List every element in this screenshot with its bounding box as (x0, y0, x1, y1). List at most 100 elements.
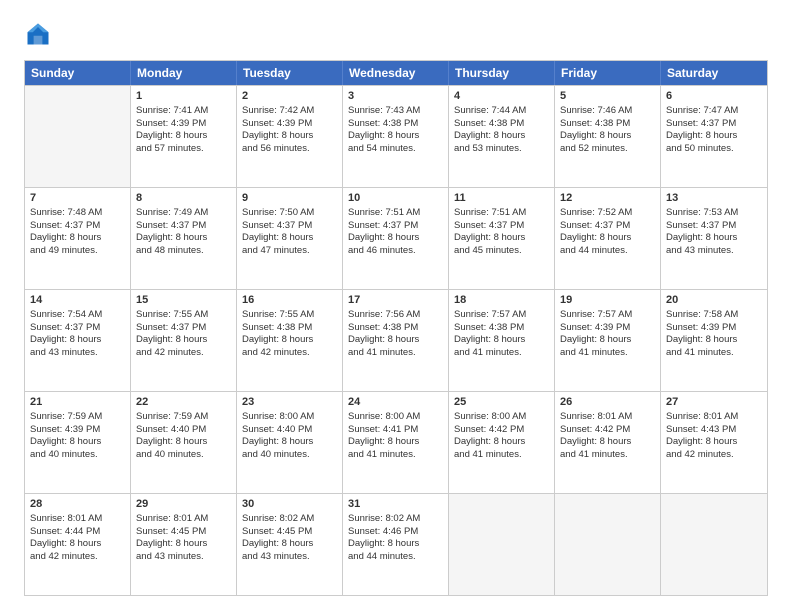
sun-info: Sunrise: 7:59 AM Sunset: 4:40 PM Dayligh… (136, 411, 208, 460)
sun-info: Sunrise: 7:57 AM Sunset: 4:39 PM Dayligh… (560, 309, 632, 358)
day-number: 15 (136, 293, 231, 308)
sun-info: Sunrise: 7:44 AM Sunset: 4:38 PM Dayligh… (454, 105, 526, 154)
day-number: 30 (242, 497, 337, 512)
sun-info: Sunrise: 7:59 AM Sunset: 4:39 PM Dayligh… (30, 411, 102, 460)
day-number: 22 (136, 395, 231, 410)
day-number: 31 (348, 497, 443, 512)
cal-cell: 19Sunrise: 7:57 AM Sunset: 4:39 PM Dayli… (555, 290, 661, 391)
day-number: 6 (666, 89, 762, 104)
calendar-row-2: 14Sunrise: 7:54 AM Sunset: 4:37 PM Dayli… (25, 289, 767, 391)
day-number: 1 (136, 89, 231, 104)
day-number: 20 (666, 293, 762, 308)
cal-cell: 30Sunrise: 8:02 AM Sunset: 4:45 PM Dayli… (237, 494, 343, 595)
header-thursday: Thursday (449, 61, 555, 85)
cal-cell: 16Sunrise: 7:55 AM Sunset: 4:38 PM Dayli… (237, 290, 343, 391)
header-friday: Friday (555, 61, 661, 85)
header-saturday: Saturday (661, 61, 767, 85)
cal-cell: 2Sunrise: 7:42 AM Sunset: 4:39 PM Daylig… (237, 86, 343, 187)
cal-cell: 7Sunrise: 7:48 AM Sunset: 4:37 PM Daylig… (25, 188, 131, 289)
day-number: 7 (30, 191, 125, 206)
sun-info: Sunrise: 7:51 AM Sunset: 4:37 PM Dayligh… (454, 207, 526, 256)
calendar-row-4: 28Sunrise: 8:01 AM Sunset: 4:44 PM Dayli… (25, 493, 767, 595)
day-number: 24 (348, 395, 443, 410)
cal-cell: 27Sunrise: 8:01 AM Sunset: 4:43 PM Dayli… (661, 392, 767, 493)
sun-info: Sunrise: 7:58 AM Sunset: 4:39 PM Dayligh… (666, 309, 738, 358)
day-number: 21 (30, 395, 125, 410)
sun-info: Sunrise: 8:01 AM Sunset: 4:42 PM Dayligh… (560, 411, 632, 460)
sun-info: Sunrise: 7:53 AM Sunset: 4:37 PM Dayligh… (666, 207, 738, 256)
day-number: 5 (560, 89, 655, 104)
day-number: 29 (136, 497, 231, 512)
cal-cell: 24Sunrise: 8:00 AM Sunset: 4:41 PM Dayli… (343, 392, 449, 493)
cal-cell: 11Sunrise: 7:51 AM Sunset: 4:37 PM Dayli… (449, 188, 555, 289)
day-number: 11 (454, 191, 549, 206)
cal-cell: 10Sunrise: 7:51 AM Sunset: 4:37 PM Dayli… (343, 188, 449, 289)
sun-info: Sunrise: 8:00 AM Sunset: 4:41 PM Dayligh… (348, 411, 420, 460)
day-number: 2 (242, 89, 337, 104)
cal-cell: 15Sunrise: 7:55 AM Sunset: 4:37 PM Dayli… (131, 290, 237, 391)
header-monday: Monday (131, 61, 237, 85)
cal-cell: 28Sunrise: 8:01 AM Sunset: 4:44 PM Dayli… (25, 494, 131, 595)
cal-cell: 18Sunrise: 7:57 AM Sunset: 4:38 PM Dayli… (449, 290, 555, 391)
day-number: 25 (454, 395, 549, 410)
calendar-row-0: 1Sunrise: 7:41 AM Sunset: 4:39 PM Daylig… (25, 85, 767, 187)
sun-info: Sunrise: 8:00 AM Sunset: 4:40 PM Dayligh… (242, 411, 314, 460)
day-number: 17 (348, 293, 443, 308)
logo-icon (24, 20, 52, 48)
logo (24, 20, 56, 48)
sun-info: Sunrise: 8:00 AM Sunset: 4:42 PM Dayligh… (454, 411, 526, 460)
sun-info: Sunrise: 7:54 AM Sunset: 4:37 PM Dayligh… (30, 309, 102, 358)
day-number: 23 (242, 395, 337, 410)
cal-cell (555, 494, 661, 595)
sun-info: Sunrise: 7:49 AM Sunset: 4:37 PM Dayligh… (136, 207, 208, 256)
day-number: 18 (454, 293, 549, 308)
cal-cell: 17Sunrise: 7:56 AM Sunset: 4:38 PM Dayli… (343, 290, 449, 391)
cal-cell: 4Sunrise: 7:44 AM Sunset: 4:38 PM Daylig… (449, 86, 555, 187)
day-number: 10 (348, 191, 443, 206)
sun-info: Sunrise: 7:55 AM Sunset: 4:38 PM Dayligh… (242, 309, 314, 358)
calendar: SundayMondayTuesdayWednesdayThursdayFrid… (24, 60, 768, 596)
header-sunday: Sunday (25, 61, 131, 85)
cal-cell: 22Sunrise: 7:59 AM Sunset: 4:40 PM Dayli… (131, 392, 237, 493)
cal-cell: 5Sunrise: 7:46 AM Sunset: 4:38 PM Daylig… (555, 86, 661, 187)
day-number: 14 (30, 293, 125, 308)
cal-cell (25, 86, 131, 187)
sun-info: Sunrise: 7:43 AM Sunset: 4:38 PM Dayligh… (348, 105, 420, 154)
sun-info: Sunrise: 7:50 AM Sunset: 4:37 PM Dayligh… (242, 207, 314, 256)
sun-info: Sunrise: 8:02 AM Sunset: 4:45 PM Dayligh… (242, 513, 314, 562)
calendar-header: SundayMondayTuesdayWednesdayThursdayFrid… (25, 61, 767, 85)
sun-info: Sunrise: 7:42 AM Sunset: 4:39 PM Dayligh… (242, 105, 314, 154)
day-number: 13 (666, 191, 762, 206)
sun-info: Sunrise: 8:02 AM Sunset: 4:46 PM Dayligh… (348, 513, 420, 562)
calendar-body: 1Sunrise: 7:41 AM Sunset: 4:39 PM Daylig… (25, 85, 767, 595)
cal-cell: 20Sunrise: 7:58 AM Sunset: 4:39 PM Dayli… (661, 290, 767, 391)
sun-info: Sunrise: 8:01 AM Sunset: 4:45 PM Dayligh… (136, 513, 208, 562)
page-header (24, 20, 768, 48)
cal-cell: 25Sunrise: 8:00 AM Sunset: 4:42 PM Dayli… (449, 392, 555, 493)
cal-cell: 12Sunrise: 7:52 AM Sunset: 4:37 PM Dayli… (555, 188, 661, 289)
cal-cell: 14Sunrise: 7:54 AM Sunset: 4:37 PM Dayli… (25, 290, 131, 391)
day-number: 28 (30, 497, 125, 512)
sun-info: Sunrise: 7:57 AM Sunset: 4:38 PM Dayligh… (454, 309, 526, 358)
day-number: 16 (242, 293, 337, 308)
sun-info: Sunrise: 7:52 AM Sunset: 4:37 PM Dayligh… (560, 207, 632, 256)
cal-cell: 3Sunrise: 7:43 AM Sunset: 4:38 PM Daylig… (343, 86, 449, 187)
sun-info: Sunrise: 7:55 AM Sunset: 4:37 PM Dayligh… (136, 309, 208, 358)
cal-cell: 8Sunrise: 7:49 AM Sunset: 4:37 PM Daylig… (131, 188, 237, 289)
day-number: 12 (560, 191, 655, 206)
cal-cell: 9Sunrise: 7:50 AM Sunset: 4:37 PM Daylig… (237, 188, 343, 289)
calendar-row-1: 7Sunrise: 7:48 AM Sunset: 4:37 PM Daylig… (25, 187, 767, 289)
cal-cell: 21Sunrise: 7:59 AM Sunset: 4:39 PM Dayli… (25, 392, 131, 493)
day-number: 26 (560, 395, 655, 410)
sun-info: Sunrise: 8:01 AM Sunset: 4:44 PM Dayligh… (30, 513, 102, 562)
cal-cell: 29Sunrise: 8:01 AM Sunset: 4:45 PM Dayli… (131, 494, 237, 595)
header-tuesday: Tuesday (237, 61, 343, 85)
cal-cell: 23Sunrise: 8:00 AM Sunset: 4:40 PM Dayli… (237, 392, 343, 493)
day-number: 8 (136, 191, 231, 206)
cal-cell: 6Sunrise: 7:47 AM Sunset: 4:37 PM Daylig… (661, 86, 767, 187)
sun-info: Sunrise: 7:51 AM Sunset: 4:37 PM Dayligh… (348, 207, 420, 256)
cal-cell: 26Sunrise: 8:01 AM Sunset: 4:42 PM Dayli… (555, 392, 661, 493)
day-number: 3 (348, 89, 443, 104)
cal-cell: 31Sunrise: 8:02 AM Sunset: 4:46 PM Dayli… (343, 494, 449, 595)
day-number: 4 (454, 89, 549, 104)
